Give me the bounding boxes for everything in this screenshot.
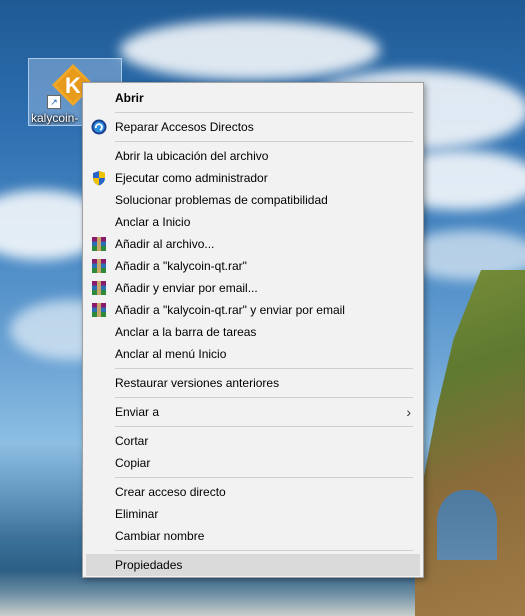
menu-item-solucionar-compat[interactable]: Solucionar problemas de compatibilidad — [83, 189, 423, 211]
svg-text:K: K — [65, 73, 81, 98]
menu-separator — [115, 477, 413, 478]
menu-item-enviar-a[interactable]: Enviar a › — [83, 401, 423, 423]
menu-separator — [115, 550, 413, 551]
menu-item-reparar-accesos[interactable]: Reparar Accesos Directos — [83, 116, 423, 138]
menu-item-propiedades[interactable]: Propiedades — [86, 554, 420, 576]
menu-item-restaurar-versiones[interactable]: Restaurar versiones anteriores — [83, 372, 423, 394]
winrar-icon — [92, 259, 106, 273]
menu-item-anadir-rar[interactable]: Añadir a "kalycoin-qt.rar" — [83, 255, 423, 277]
chevron-right-icon: › — [406, 404, 411, 420]
winrar-icon — [92, 237, 106, 251]
menu-separator — [115, 141, 413, 142]
menu-separator — [115, 368, 413, 369]
shortcut-arrow-icon: ↗ — [47, 95, 61, 109]
menu-item-anclar-menu-inicio[interactable]: Anclar al menú Inicio — [83, 343, 423, 365]
menu-item-eliminar[interactable]: Eliminar — [83, 503, 423, 525]
winrar-icon — [92, 281, 106, 295]
winrar-icon — [92, 303, 106, 317]
menu-item-anclar-barra[interactable]: Anclar a la barra de tareas — [83, 321, 423, 343]
repair-shortcut-icon — [91, 119, 107, 135]
uac-shield-icon — [93, 171, 105, 186]
menu-item-abrir-ubicacion[interactable]: Abrir la ubicación del archivo — [83, 145, 423, 167]
menu-separator — [115, 426, 413, 427]
menu-item-anadir-email[interactable]: Añadir y enviar por email... — [83, 277, 423, 299]
menu-item-abrir[interactable]: Abrir — [83, 87, 423, 109]
menu-item-cambiar-nombre[interactable]: Cambiar nombre — [83, 525, 423, 547]
context-menu: Abrir Reparar Accesos Directos Abrir la … — [82, 82, 424, 578]
menu-item-ejecutar-admin[interactable]: Ejecutar como administrador — [83, 167, 423, 189]
menu-item-anadir-rar-email[interactable]: Añadir a "kalycoin-qt.rar" y enviar por … — [83, 299, 423, 321]
menu-separator — [115, 112, 413, 113]
menu-item-crear-acceso[interactable]: Crear acceso directo — [83, 481, 423, 503]
menu-item-cortar[interactable]: Cortar — [83, 430, 423, 452]
menu-item-anadir-archivo[interactable]: Añadir al archivo... — [83, 233, 423, 255]
menu-item-anclar-inicio[interactable]: Anclar a Inicio — [83, 211, 423, 233]
menu-item-copiar[interactable]: Copiar — [83, 452, 423, 474]
menu-separator — [115, 397, 413, 398]
